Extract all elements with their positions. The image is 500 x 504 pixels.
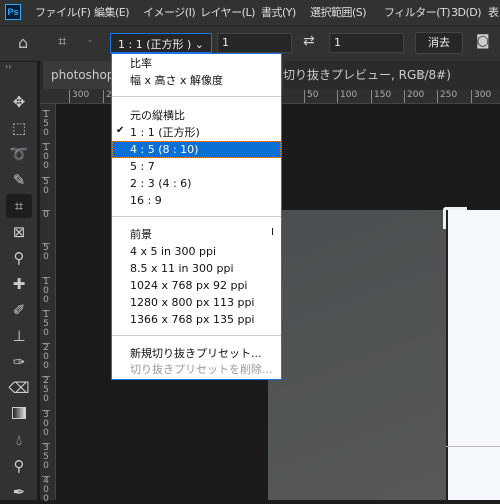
separator: [112, 96, 281, 97]
ruler-label: 250: [437, 90, 457, 103]
menu-file[interactable]: ファイル(F): [35, 5, 91, 20]
chevron-down-icon[interactable]: ⌄: [86, 35, 94, 45]
crop-area[interactable]: [446, 210, 500, 500]
height-input[interactable]: 1: [329, 33, 404, 53]
eraser-tool-icon[interactable]: ⌫: [6, 376, 32, 400]
ruler-label: 300: [69, 90, 89, 103]
history-brush-tool-icon[interactable]: ✑: [6, 350, 32, 374]
width-input[interactable]: 1: [217, 33, 292, 53]
menu-item-preset[interactable]: 1280 x 800 px 113 ppi: [112, 294, 281, 311]
ruler-label: 300: [42, 409, 50, 438]
move-tool-icon[interactable]: ✥: [6, 90, 32, 114]
dodge-tool-icon[interactable]: ⚲: [6, 454, 32, 478]
ruler-label: 350: [42, 443, 50, 471]
expand-icon[interactable]: ››: [5, 62, 11, 71]
menu-item-ratio[interactable]: 比率: [112, 55, 281, 72]
menu-item-original-ratio[interactable]: 元の縦横比: [112, 107, 281, 124]
pen-tool-icon[interactable]: ✒: [6, 480, 32, 504]
swap-icon[interactable]: ⇄: [303, 33, 315, 49]
separator: [112, 216, 281, 217]
ruler-label: 200: [404, 90, 424, 103]
straighten-icon[interactable]: ◙: [476, 33, 490, 49]
ratio-dropdown-menu: 比率 幅 x 高さ x 解像度 元の縦横比 ✔ 1 : 1 (正方形) 4 : …: [111, 53, 282, 380]
ruler-label: 250: [42, 376, 50, 405]
menu-item-preset[interactable]: 1366 x 768 px 135 ppi: [112, 311, 281, 328]
clear-button[interactable]: 消去: [415, 32, 463, 54]
ruler-label: 150: [42, 110, 50, 138]
crop-tool-icon[interactable]: ⌗: [6, 194, 32, 218]
close-tab-icon[interactable]: ×: [417, 61, 426, 89]
marquee-tool-icon[interactable]: ⬚: [6, 116, 32, 140]
menu-item-16-9[interactable]: 16 : 9: [112, 192, 281, 209]
menu-layer[interactable]: レイヤー(L): [200, 5, 255, 20]
ruler-label: 100: [42, 276, 50, 305]
gradient-tool-icon[interactable]: [6, 402, 32, 426]
ruler-label: 50: [304, 90, 318, 103]
menu-item-preset[interactable]: 8.5 x 11 in 300 ppi: [112, 260, 281, 277]
ruler-label: 200: [42, 343, 50, 372]
menu-filter[interactable]: フィルター(T): [384, 5, 451, 20]
crop-tool-preset-icon[interactable]: ⌗: [58, 32, 66, 50]
menu-item-preset[interactable]: 4 x 5 in 300 ppi: [112, 243, 281, 260]
photoshop-logo: Ps: [5, 4, 21, 20]
ruler-label: 100: [337, 90, 357, 103]
menu-item-preset[interactable]: 1024 x 768 px 92 ppi: [112, 277, 281, 294]
menu-image[interactable]: イメージ(I): [143, 5, 196, 20]
quick-select-tool-icon[interactable]: ✎: [6, 168, 32, 192]
lasso-tool-icon[interactable]: ➰: [6, 142, 32, 166]
menu-item-1-1[interactable]: 1 : 1 (正方形): [112, 124, 281, 141]
menu-bar: Ps ファイル(F) 編集(E) イメージ(I) レイヤー(L) 書式(Y) 選…: [0, 0, 500, 25]
healing-brush-tool-icon[interactable]: ✚: [6, 272, 32, 296]
ruler-label: 150: [42, 309, 50, 338]
toolbar: ›› ✥ ⬚ ➰ ✎ ⌗ ⊠ ⚲ ✚ ✐ ⊥ ✑ ⌫ 💧︎ ⚲ ✒: [0, 62, 37, 501]
menu-item-5-7[interactable]: 5 : 7: [112, 158, 281, 175]
ruler-label: 50: [42, 243, 50, 263]
menu-item-new-preset[interactable]: 新規切り抜きプリセット...: [112, 345, 281, 362]
menu-type[interactable]: 書式(Y): [261, 5, 296, 20]
home-icon[interactable]: ⌂: [18, 33, 28, 52]
menu-item-4-5[interactable]: 4 : 5 (8 : 10): [112, 141, 281, 158]
menu-3d[interactable]: 3D(D): [451, 5, 482, 20]
divider: [446, 446, 500, 447]
ruler-label: 0: [42, 209, 50, 220]
blur-tool-icon[interactable]: 💧︎: [6, 428, 32, 452]
frame-tool-icon[interactable]: ⊠: [6, 220, 32, 244]
menu-view[interactable]: 表: [488, 5, 499, 20]
menu-edit[interactable]: 編集(E): [94, 5, 130, 20]
menu-item-2-3[interactable]: 2 : 3 (4 : 6): [112, 175, 281, 192]
menu-item-delete-preset: 切り抜きプリセットを削除...: [130, 363, 273, 376]
crop-handle[interactable]: [443, 207, 467, 229]
ruler-label: 100: [42, 143, 50, 172]
ratio-select[interactable]: 1 : 1 (正方形 ) ⌄: [110, 33, 212, 53]
menu-item-front-image[interactable]: 前景: [112, 226, 281, 243]
ruler-label: 50: [42, 176, 50, 196]
brush-tool-icon[interactable]: ✐: [6, 298, 32, 322]
text-cursor-icon: I: [271, 227, 274, 238]
vertical-ruler: 150 100 50 0 50 100 150 200 250 300 350 400: [40, 104, 56, 504]
menu-item-whr[interactable]: 幅 x 高さ x 解像度: [112, 72, 281, 89]
ruler-label: 150: [371, 90, 391, 103]
ruler-label: 300: [471, 90, 491, 103]
separator: [112, 335, 281, 336]
eyedropper-tool-icon[interactable]: ⚲: [6, 246, 32, 270]
stamp-tool-icon[interactable]: ⊥: [6, 324, 32, 348]
menu-select[interactable]: 選択範囲(S): [310, 5, 367, 20]
